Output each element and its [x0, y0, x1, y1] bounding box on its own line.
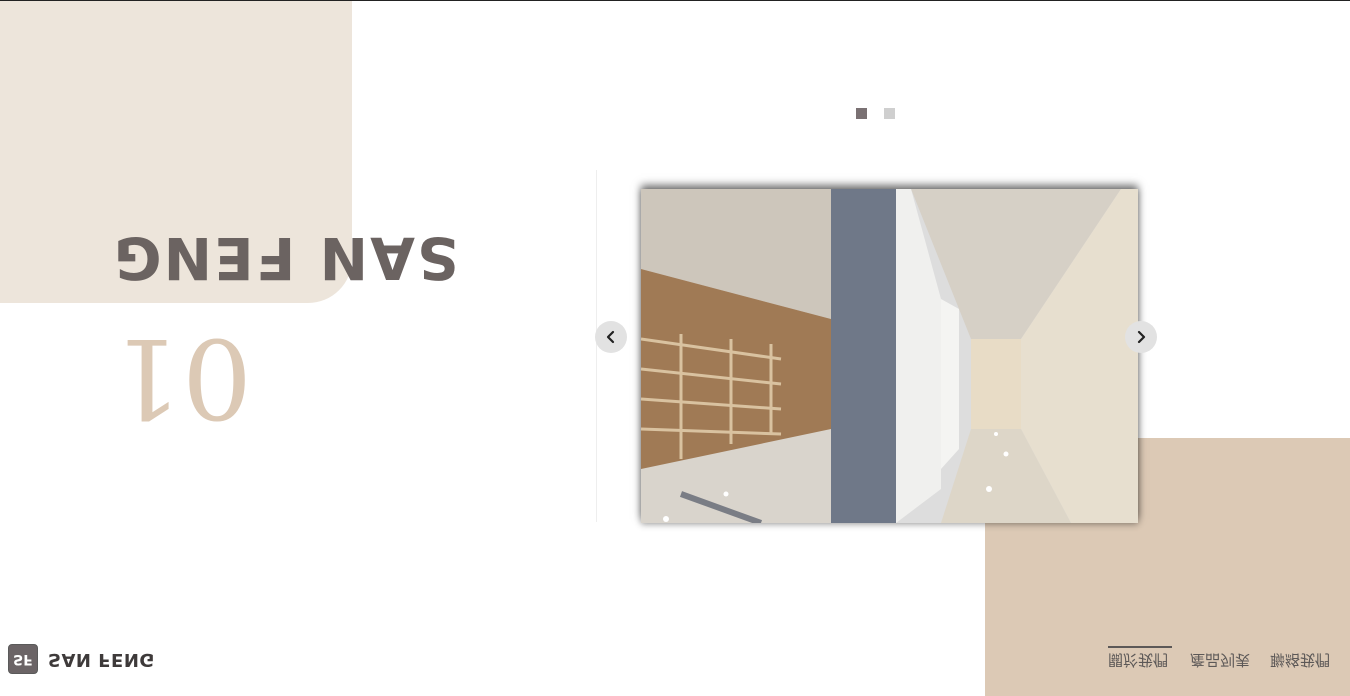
showroom-photo: [641, 189, 1138, 523]
nav-item-label: 關於我們: [1108, 651, 1169, 669]
hero-slide-number: 01: [112, 314, 252, 442]
chevron-right-icon: [1137, 330, 1146, 344]
footer-logo[interactable]: SF SAN FENG: [8, 644, 155, 674]
chevron-left-icon: [606, 330, 615, 344]
nav-item-label: 產品列表: [1190, 651, 1251, 669]
nav-item-label: 聯絡我們: [1270, 651, 1331, 669]
slider-image: [641, 189, 1138, 523]
slider-prev-button[interactable]: [595, 321, 627, 353]
slider-dot-2[interactable]: [884, 108, 895, 119]
slider-dot-1[interactable]: [856, 108, 867, 119]
nav-item-contact[interactable]: 聯絡我們: [1270, 648, 1334, 672]
nav-item-about[interactable]: 關於我們: [1108, 646, 1174, 672]
slider-next-button[interactable]: [1125, 321, 1157, 353]
hero-title: SAN FENG: [112, 224, 459, 292]
nav-item-products[interactable]: 產品列表: [1190, 648, 1254, 672]
logo-text: SAN FENG: [48, 648, 155, 670]
hero-title-text: SAN FENG: [112, 224, 459, 292]
logo-badge: SF: [8, 644, 38, 674]
